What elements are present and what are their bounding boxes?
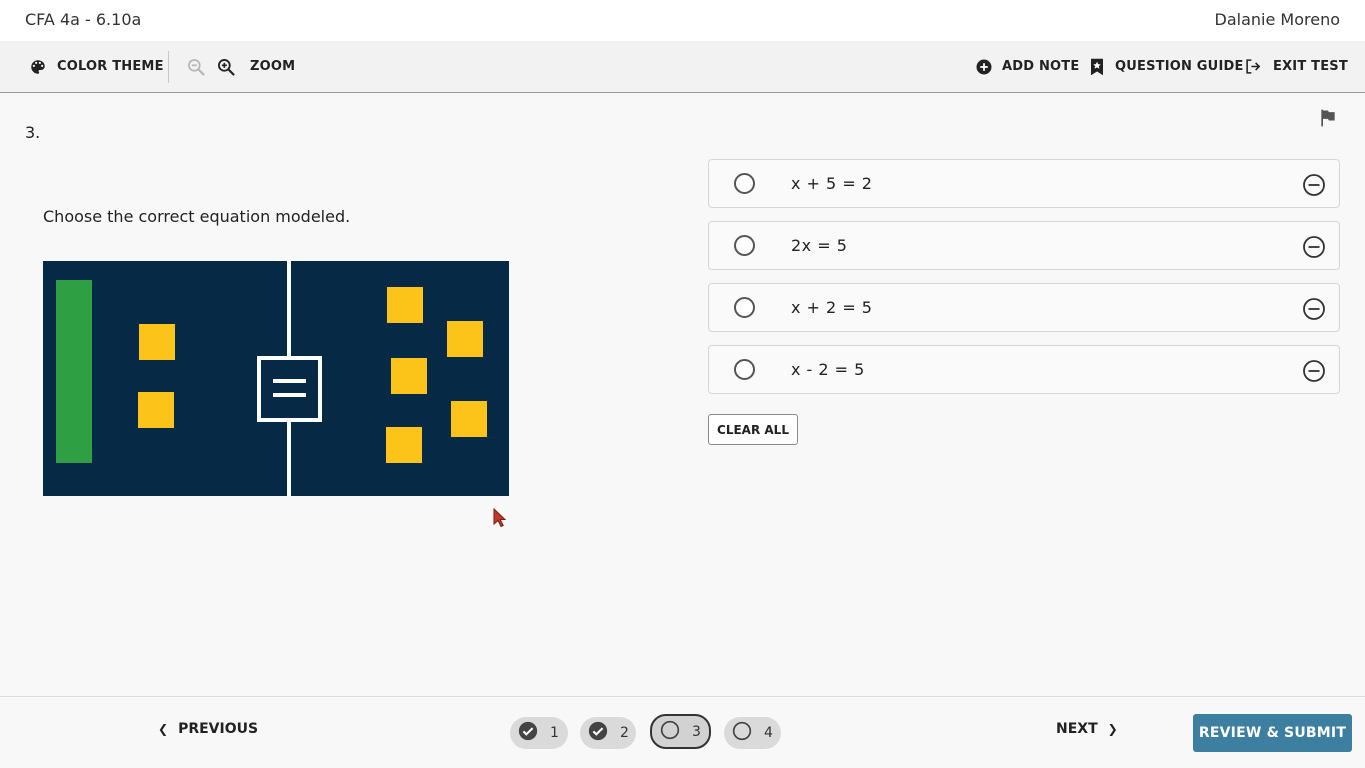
unit-tile: [139, 324, 175, 360]
page-button-1[interactable]: 1: [510, 717, 568, 749]
eliminate-choice-icon[interactable]: [1302, 173, 1326, 201]
radio-button[interactable]: [734, 235, 755, 256]
toolbar: COLOR THEME ZOOM ADD NOTE QUESTION GUIDE…: [0, 41, 1365, 93]
radio-button[interactable]: [734, 173, 755, 194]
variable-tile: [56, 280, 92, 463]
page-button-2[interactable]: 2: [580, 717, 636, 749]
check-circle-icon: [518, 721, 538, 745]
page-number: 3: [692, 723, 701, 740]
bookmark-star-icon: [1089, 58, 1105, 76]
empty-circle-icon: [660, 720, 680, 744]
palette-icon: [29, 58, 47, 76]
flag-icon: [1318, 109, 1338, 132]
choice-text: x + 2 = 5: [791, 298, 873, 317]
choice-text: x - 2 = 5: [791, 360, 865, 379]
unit-tile: [138, 392, 174, 428]
exit-test-label: EXIT TEST: [1273, 59, 1348, 74]
test-name: CFA 4a - 6.10a: [25, 10, 142, 29]
color-theme-button[interactable]: COLOR THEME: [29, 41, 164, 92]
previous-button[interactable]: ❮ PREVIOUS: [158, 721, 258, 737]
choice-text: x + 5 = 2: [791, 174, 873, 193]
answer-choice-2[interactable]: 2x = 5: [708, 221, 1340, 270]
zoom-out-icon: [186, 57, 206, 77]
mouse-cursor-icon: [493, 507, 507, 532]
add-circle-icon: [975, 58, 993, 76]
eliminate-choice-icon[interactable]: [1302, 359, 1326, 387]
eliminate-choice-icon[interactable]: [1302, 235, 1326, 263]
flag-button[interactable]: [1318, 108, 1338, 132]
title-bar: CFA 4a - 6.10a Dalanie Moreno: [0, 0, 1365, 41]
question-guide-button[interactable]: QUESTION GUIDE: [1089, 41, 1244, 92]
unit-tile: [387, 287, 423, 323]
question-prompt: Choose the correct equation modeled.: [43, 207, 351, 226]
chevron-left-icon: ❮: [158, 722, 169, 736]
page-number: 2: [620, 725, 629, 741]
zoom-out-button[interactable]: [186, 41, 206, 92]
unit-tile: [447, 321, 483, 357]
zoom-in-icon: [216, 57, 236, 77]
page-number: 1: [550, 725, 559, 741]
radio-button[interactable]: [734, 359, 755, 380]
clear-all-button[interactable]: CLEAR ALL: [708, 414, 798, 445]
next-button[interactable]: NEXT ❯: [1056, 721, 1118, 737]
review-submit-button[interactable]: REVIEW & SUBMIT: [1193, 714, 1352, 752]
algebra-tiles-model-image: [43, 261, 509, 496]
exit-test-button[interactable]: EXIT TEST: [1245, 41, 1348, 92]
question-number: 3.: [25, 123, 41, 142]
question-guide-label: QUESTION GUIDE: [1115, 59, 1244, 74]
radio-button[interactable]: [734, 297, 755, 318]
add-note-label: ADD NOTE: [1002, 59, 1080, 74]
toolbar-divider: [168, 51, 169, 83]
exit-icon: [1245, 58, 1262, 75]
answer-choice-1[interactable]: x + 5 = 2: [708, 159, 1340, 208]
algebra-tiles-svg: [43, 261, 509, 496]
choice-text: 2x = 5: [791, 236, 848, 255]
chevron-right-icon: ❯: [1107, 722, 1118, 736]
unit-tile: [451, 401, 487, 437]
question-area: 3. Choose the correct equation modeled. …: [0, 93, 1365, 696]
zoom-label: ZOOM: [250, 59, 296, 74]
footer-nav: ❮ PREVIOUS 1 2 3 4 NEXT ❯ REVIEW & SUBMI…: [0, 696, 1365, 768]
color-theme-label: COLOR THEME: [57, 59, 164, 74]
zoom-in-button[interactable]: ZOOM: [216, 41, 295, 92]
answer-choice-3[interactable]: x + 2 = 5: [708, 283, 1340, 332]
page-button-4[interactable]: 4: [724, 717, 781, 749]
previous-label: PREVIOUS: [178, 721, 259, 737]
unit-tile: [391, 358, 427, 394]
empty-circle-icon: [732, 721, 752, 745]
add-note-button[interactable]: ADD NOTE: [975, 41, 1079, 92]
answer-choice-4[interactable]: x - 2 = 5: [708, 345, 1340, 394]
next-label: NEXT: [1056, 721, 1098, 737]
check-circle-icon: [588, 721, 608, 745]
unit-tile: [386, 427, 422, 463]
page-button-3[interactable]: 3: [650, 714, 711, 749]
page-number: 4: [764, 725, 773, 741]
eliminate-choice-icon[interactable]: [1302, 297, 1326, 325]
user-name: Dalanie Moreno: [1214, 10, 1340, 29]
